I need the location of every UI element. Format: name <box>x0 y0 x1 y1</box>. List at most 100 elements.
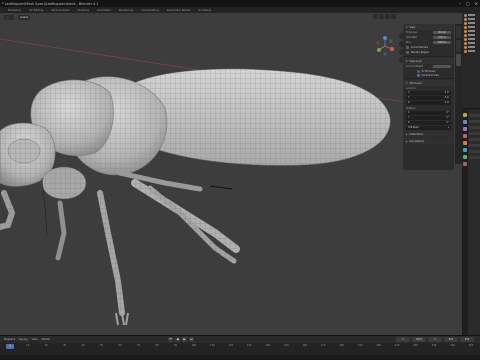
rotation-x-field[interactable]: X 0° <box>406 111 451 115</box>
render-preview-icon[interactable] <box>391 14 396 19</box>
wireframe-icon[interactable] <box>379 14 384 19</box>
keying-menu[interactable]: Keying <box>19 338 27 341</box>
properties-editor[interactable] <box>462 110 480 335</box>
focal-length-field[interactable]: 50 mm <box>433 30 451 35</box>
rotation-y-field[interactable]: Y 0° <box>406 116 451 120</box>
mesh-icon <box>464 25 467 29</box>
marker-menu[interactable]: Marker <box>42 338 51 341</box>
render-tab-icon[interactable] <box>463 120 467 124</box>
rotation-mode-select[interactable]: XYZ Euler ▾ <box>406 126 451 130</box>
selected-edge <box>209 185 233 190</box>
jump-end-icon[interactable]: ⏭ <box>189 337 194 342</box>
cursor-y-field[interactable]: Y0 m <box>406 96 451 100</box>
editor-type-button[interactable]: ⬚ <box>4 14 14 20</box>
modifier-tab-icon[interactable] <box>463 148 467 152</box>
sidebar-tab-item[interactable] <box>456 26 461 38</box>
camera-to-view-option[interactable]: Camera to View <box>403 73 454 77</box>
radio-icon[interactable] <box>417 73 420 77</box>
start-label: Start <box>412 337 426 342</box>
outliner[interactable] <box>462 13 480 109</box>
maximize-icon[interactable]: ▢ <box>466 0 470 7</box>
play-icon[interactable]: ▶ <box>182 337 187 342</box>
frame-tick: 170 <box>320 344 326 347</box>
clip-start-field[interactable]: 0.01 m <box>433 35 451 40</box>
render-region-row[interactable]: Render Region <box>403 50 454 55</box>
frame-tick: 70 <box>136 344 141 347</box>
sidebar-tabs <box>455 24 462 164</box>
frame-tick: 250 <box>468 344 474 347</box>
frame-tick: 40 <box>81 344 85 347</box>
clip-end-label: End <box>406 41 411 44</box>
frame-tick: 30 <box>63 344 67 347</box>
solid-shading-icon[interactable] <box>373 14 378 19</box>
material-tab-icon[interactable] <box>463 162 467 166</box>
playback-menu[interactable]: Playback <box>4 338 15 341</box>
view-menu[interactable]: View <box>32 338 38 341</box>
sidebar-tab-view[interactable] <box>456 54 461 66</box>
data-tab-icon[interactable] <box>463 155 467 159</box>
frame-tick: 180 <box>339 344 344 347</box>
frame-tick: 60 <box>118 344 122 347</box>
output-tab-icon[interactable] <box>463 127 467 131</box>
start-frame-field[interactable]: 1 <box>428 337 442 342</box>
annotations-header[interactable]: ▸ Annotations <box>403 138 454 144</box>
timeline: Playback Keying View Marker ⏮ ◀ ▶ ⏭ 1 St… <box>0 335 480 360</box>
local-camera-checkbox[interactable] <box>406 46 409 49</box>
local-camera-label: Local Camera <box>411 46 429 49</box>
lock-to-object-label: Lock to Object <box>406 65 424 68</box>
leafhopper-model[interactable] <box>0 13 462 335</box>
leg-front <box>0 190 16 230</box>
title-bar: * Leafhopper(Mesh Spec)\Leafhopper.blend… <box>0 0 480 7</box>
view-lock-title: View Lock <box>409 59 422 63</box>
3d-viewport[interactable]: ⬚ Global ▾ View Focal Len 50 mm Clip Sta… <box>0 13 462 335</box>
jump-start-icon[interactable]: ⏮ <box>168 337 173 342</box>
current-frame-field[interactable]: 1 <box>396 337 410 342</box>
collections-header[interactable]: ▸ Collections <box>403 131 454 137</box>
play-reverse-icon[interactable]: ◀ <box>175 337 180 342</box>
close-icon[interactable]: ✕ <box>475 0 478 7</box>
rotation-z-field[interactable]: Z 0° <box>406 121 451 125</box>
frame-tick: 20 <box>44 344 48 347</box>
tool-tab-icon[interactable] <box>463 113 467 117</box>
frame-tick: 240 <box>450 344 455 347</box>
cursor-z-field[interactable]: Z0 m <box>406 101 451 105</box>
outliner-row[interactable] <box>462 49 480 53</box>
frame-tick: 50 <box>100 344 104 347</box>
mesh-icon <box>464 21 467 25</box>
leg-back <box>55 200 67 261</box>
end-frame-field[interactable]: 250 <box>460 337 474 342</box>
frame-tick: 200 <box>376 344 381 347</box>
clip-start-label: Clip Start <box>406 36 418 39</box>
playhead[interactable]: 1 <box>6 344 14 349</box>
object-tab-icon[interactable] <box>463 141 467 145</box>
playback-controls: ⏮ ◀ ▶ ⏭ <box>168 337 194 342</box>
collections-title: Collections <box>409 132 423 136</box>
navigation-gizmo[interactable] <box>374 35 396 57</box>
sidebar-tab-tool[interactable] <box>456 40 461 52</box>
transform-orientation-select[interactable]: Global <box>18 14 31 20</box>
minimize-icon[interactable]: – <box>459 0 461 7</box>
status-bar <box>0 355 480 360</box>
collection-icon <box>464 13 467 17</box>
mesh-icon <box>464 41 467 45</box>
frame-tick: 100 <box>191 344 197 347</box>
viewport-header: ⬚ Global <box>0 13 400 21</box>
frame-range: 1 Start 1 End 250 <box>396 337 474 342</box>
render-region-checkbox[interactable] <box>406 51 409 54</box>
mesh-icon <box>464 29 467 33</box>
scene-tab-icon[interactable] <box>463 134 467 138</box>
mesh-icon <box>464 49 467 53</box>
radio-icon[interactable] <box>417 69 420 73</box>
material-preview-icon[interactable] <box>385 14 390 19</box>
lock-to-object-field[interactable] <box>433 64 451 69</box>
properties-tabs <box>462 110 468 335</box>
camera-to-view-label: Camera to View <box>421 73 439 77</box>
leg-hind <box>117 170 240 264</box>
blender-window: * Leafhopper(Mesh Spec)\Leafhopper.blend… <box>0 0 480 360</box>
frame-tick: 80 <box>155 344 159 347</box>
cursor-x-field[interactable]: X0 m <box>406 91 451 95</box>
clip-end-field[interactable]: 1000 m <box>433 40 451 45</box>
frame-ruler[interactable]: 1102030405060708090100110120130140150160… <box>0 344 480 350</box>
sidebar-n-panel: ▾ View Focal Len 50 mm Clip Start 0.01 m… <box>403 24 454 170</box>
collapse-arrow-icon: ▾ <box>406 59 408 63</box>
